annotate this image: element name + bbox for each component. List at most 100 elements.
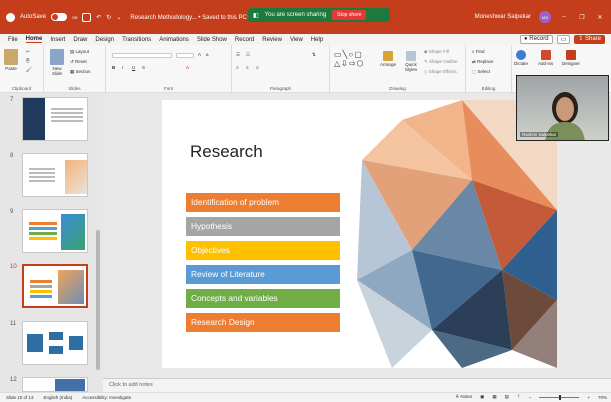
paste-button[interactable]: Paste	[4, 49, 18, 71]
format-painter-icon[interactable]: 🖌	[26, 67, 32, 73]
shape-outline-button[interactable]: ✎ Shape Outline	[424, 59, 458, 65]
paste-icon	[4, 49, 18, 65]
align-center-icon[interactable]: ≡	[246, 65, 249, 70]
avatar[interactable]: MS	[539, 11, 551, 23]
list-item-bar[interactable]: Review of Literature	[186, 265, 340, 284]
bullets-icon[interactable]: ☰	[236, 52, 240, 58]
webcam-overlay[interactable]: Rashmi Salpekar	[516, 75, 609, 141]
font-name-box[interactable]	[112, 53, 172, 58]
slide-thumbnail-9[interactable]	[22, 209, 88, 253]
share-banner-icon: ◧	[253, 12, 259, 19]
tab-view[interactable]: View	[290, 37, 303, 43]
slide-thumbnail-7[interactable]	[22, 97, 88, 141]
reading-view-icon[interactable]: ▤	[505, 394, 509, 400]
participant-name: Rashmi Salpekar	[520, 132, 559, 137]
notes-toggle[interactable]: ≜ Notes	[455, 394, 472, 400]
list-item-bar[interactable]: Research Design	[186, 313, 340, 332]
font-size-box[interactable]	[176, 53, 194, 58]
text-direction-icon[interactable]: ⇅	[312, 52, 316, 58]
dictate-button[interactable]: Dictate	[514, 50, 528, 66]
tab-slide-show[interactable]: Slide Show	[197, 37, 227, 43]
slide-thumbnail-8[interactable]	[22, 153, 88, 197]
slide-thumbnail-10[interactable]	[22, 264, 88, 308]
slide-title[interactable]: Research	[190, 142, 263, 162]
zoom-level[interactable]: 70%	[598, 395, 607, 400]
tab-transitions[interactable]: Transitions	[122, 37, 151, 43]
underline-icon[interactable]: U	[132, 65, 135, 70]
tab-help[interactable]: Help	[311, 37, 323, 43]
slide-sorter-icon[interactable]: ▦	[492, 394, 496, 400]
font-color-icon[interactable]: A	[186, 65, 189, 70]
share-button[interactable]: ⇪ Share	[574, 35, 605, 44]
zoom-in-icon[interactable]: +	[587, 395, 590, 400]
zoom-slider-knob[interactable]	[559, 394, 562, 400]
grow-font-icon[interactable]: A	[198, 52, 201, 57]
autosave-toggle[interactable]	[51, 13, 68, 21]
customize-toolbar-icon[interactable]: ⌄	[116, 14, 121, 21]
layout-button[interactable]: ▤ Layout	[70, 49, 89, 55]
italic-icon[interactable]: I	[122, 65, 123, 70]
tab-design[interactable]: Design	[95, 37, 114, 43]
designer-button[interactable]: Designer	[562, 50, 580, 66]
redo-icon[interactable]: ↻	[106, 14, 111, 21]
restore-icon[interactable]: ❐	[577, 14, 587, 21]
designer-icon	[566, 50, 576, 60]
tab-animations[interactable]: Animations	[159, 37, 189, 43]
tab-review[interactable]: Review	[262, 37, 282, 43]
strikethrough-icon[interactable]: S	[142, 65, 145, 70]
stop-share-button[interactable]: Stop share	[332, 10, 367, 20]
zoom-out-icon[interactable]: –	[529, 395, 532, 400]
numbering-icon[interactable]: ☷	[246, 52, 250, 58]
accessibility-status[interactable]: Accessibility: Investigate	[82, 395, 131, 400]
tab-home[interactable]: Home	[25, 36, 43, 43]
section-button[interactable]: ▦ Section	[70, 69, 91, 75]
quick-styles-button[interactable]: Quick Styles	[402, 51, 420, 72]
clipboard-group-label: Clipboard	[11, 86, 32, 91]
list-item-bar[interactable]: Hypothesis	[186, 217, 340, 236]
addins-icon	[540, 50, 551, 60]
font-group-label: Font	[163, 86, 173, 91]
tab-record[interactable]: Record	[235, 37, 254, 43]
addins-label: Add-ins	[538, 61, 554, 66]
minimize-icon[interactable]: –	[559, 14, 569, 20]
tab-file[interactable]: File	[8, 37, 18, 43]
autosave-label: AutoSave	[20, 14, 47, 20]
tab-draw[interactable]: Draw	[73, 37, 87, 43]
zoom-slider[interactable]	[539, 394, 580, 400]
addins-button[interactable]: Add-ins	[538, 50, 553, 66]
document-title[interactable]: Research Methodology... • Saved to this …	[130, 14, 252, 21]
list-item-bar[interactable]: Concepts and variables	[186, 289, 340, 308]
find-button[interactable]: ⌕ Find	[472, 49, 485, 54]
list-item-bar[interactable]: Identification of problem	[186, 193, 340, 212]
comments-icon[interactable]: ▭	[556, 35, 571, 44]
slide-number: 12	[10, 377, 17, 383]
slide-thumbnail-11[interactable]	[22, 321, 88, 365]
new-slide-button[interactable]: New Slide	[48, 49, 66, 76]
slide-thumbnail-12[interactable]	[22, 377, 88, 392]
save-icon[interactable]	[82, 12, 92, 22]
copy-icon[interactable]: ⎘	[26, 58, 30, 63]
normal-view-icon[interactable]: ▣	[480, 394, 484, 400]
align-right-icon[interactable]: ≡	[256, 65, 259, 70]
replace-button[interactable]: ⇄ Replace	[472, 59, 494, 65]
shapes-gallery[interactable]: ▭╲○▢ △⇩⇨⬡	[334, 50, 365, 68]
tab-insert[interactable]: Insert	[50, 37, 65, 43]
language-status[interactable]: English (India)	[44, 395, 73, 400]
select-button[interactable]: ⬚ Select	[472, 69, 490, 75]
align-left-icon[interactable]: ≡	[236, 65, 239, 70]
bold-icon[interactable]: B	[112, 65, 115, 70]
shape-fill-button[interactable]: ◆ Shape Fill	[424, 49, 449, 55]
close-icon[interactable]: ✕	[595, 14, 605, 21]
cut-icon[interactable]: ✂	[26, 49, 30, 55]
notes-pane[interactable]: Click to add notes	[103, 378, 611, 392]
shape-effects-button[interactable]: ◇ Shape Effects	[424, 69, 457, 75]
record-button[interactable]: ● Record	[519, 35, 553, 44]
undo-icon[interactable]: ↶	[96, 14, 101, 21]
thumbnail-scrollbar[interactable]	[96, 230, 100, 370]
arrange-button[interactable]: Arrange	[380, 51, 396, 67]
slide-canvas[interactable]: Research Identification of problem Hypot…	[162, 100, 557, 368]
shrink-font-icon[interactable]: a	[206, 52, 209, 57]
reset-button[interactable]: ↺ Reset	[70, 59, 87, 65]
slideshow-view-icon[interactable]: ⊤	[517, 394, 521, 400]
list-item-bar[interactable]: Objectives	[186, 241, 340, 260]
